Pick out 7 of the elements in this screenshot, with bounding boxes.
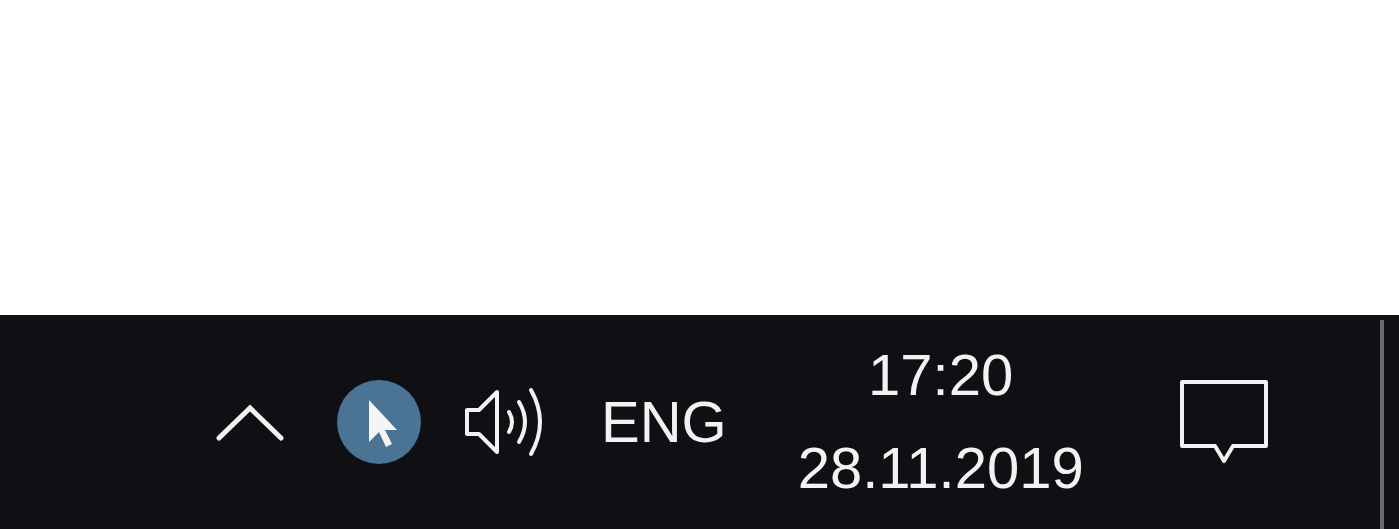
notification-icon[interactable] <box>1178 379 1269 465</box>
chevron-up-icon[interactable] <box>215 402 285 442</box>
time-text: 17:20 <box>868 341 1014 410</box>
language-indicator[interactable]: ENG <box>601 393 727 451</box>
date-text: 28.11.2019 <box>797 434 1084 502</box>
clock[interactable]: 17:20 28.11.2019 <box>790 329 1091 515</box>
cursor-icon[interactable] <box>337 380 421 464</box>
